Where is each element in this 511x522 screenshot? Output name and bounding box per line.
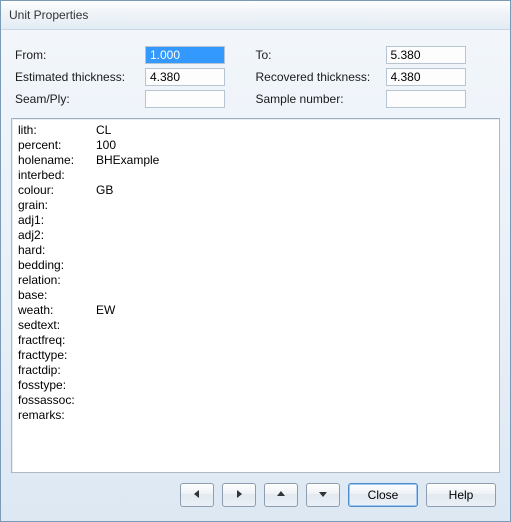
to-label: To:: [256, 48, 386, 62]
close-button[interactable]: Close: [348, 483, 418, 507]
property-value: EW: [96, 303, 493, 318]
est-thickness-input[interactable]: [145, 68, 225, 86]
prev-button[interactable]: [180, 483, 214, 507]
button-bar: Close Help: [11, 473, 500, 511]
property-value: [96, 378, 493, 393]
property-value: [96, 408, 493, 423]
up-button[interactable]: [264, 483, 298, 507]
property-key: adj2:: [18, 228, 96, 243]
help-button[interactable]: Help: [426, 483, 496, 507]
property-value: [96, 168, 493, 183]
property-key: percent:: [18, 138, 96, 153]
form-area: From: To: Estimated thickness: Recovered…: [11, 40, 500, 118]
to-input[interactable]: [386, 46, 466, 64]
property-value: GB: [96, 183, 493, 198]
property-key: interbed:: [18, 168, 96, 183]
property-key: fosstype:: [18, 378, 96, 393]
property-value: [96, 393, 493, 408]
next-button[interactable]: [222, 483, 256, 507]
property-key: adj1:: [18, 213, 96, 228]
property-row: relation:: [18, 273, 493, 288]
property-key: lith:: [18, 123, 96, 138]
seam-ply-label: Seam/Ply:: [15, 92, 145, 106]
property-key: bedding:: [18, 258, 96, 273]
from-cell: From:: [15, 46, 256, 64]
window-title: Unit Properties: [9, 8, 88, 22]
property-row: remarks:: [18, 408, 493, 423]
property-row: holename:BHExample: [18, 153, 493, 168]
property-value: BHExample: [96, 153, 493, 168]
property-row: weath:EW: [18, 303, 493, 318]
property-key: remarks:: [18, 408, 96, 423]
property-row: adj2:: [18, 228, 493, 243]
property-value: [96, 363, 493, 378]
property-value: [96, 318, 493, 333]
property-value: [96, 348, 493, 363]
property-row: base:: [18, 288, 493, 303]
sample-number-label: Sample number:: [256, 92, 386, 106]
property-row: colour:GB: [18, 183, 493, 198]
to-cell: To:: [256, 46, 497, 64]
client-area: From: To: Estimated thickness: Recovered…: [1, 30, 510, 521]
property-key: relation:: [18, 273, 96, 288]
property-row: fracttype:: [18, 348, 493, 363]
property-row: adj1:: [18, 213, 493, 228]
property-row: grain:: [18, 198, 493, 213]
sample-number-input[interactable]: [386, 90, 466, 108]
triangle-down-icon: [318, 488, 328, 502]
property-key: sedtext:: [18, 318, 96, 333]
unit-properties-window: Unit Properties From: To: Estimated thic…: [0, 0, 511, 522]
property-value: [96, 273, 493, 288]
property-value: [96, 243, 493, 258]
rec-thickness-input[interactable]: [386, 68, 466, 86]
property-row: hard:: [18, 243, 493, 258]
rec-thickness-label: Recovered thickness:: [256, 70, 386, 84]
property-row: fossassoc:: [18, 393, 493, 408]
property-row: interbed:: [18, 168, 493, 183]
property-value: [96, 228, 493, 243]
property-row: fractdip:: [18, 363, 493, 378]
property-row: fosstype:: [18, 378, 493, 393]
property-key: holename:: [18, 153, 96, 168]
property-key: colour:: [18, 183, 96, 198]
property-row: bedding:: [18, 258, 493, 273]
property-value: [96, 213, 493, 228]
triangle-up-icon: [276, 488, 286, 502]
property-value: [96, 288, 493, 303]
property-key: hard:: [18, 243, 96, 258]
form-row-3: Seam/Ply: Sample number:: [15, 90, 496, 108]
from-input[interactable]: [145, 46, 225, 64]
form-row-2: Estimated thickness: Recovered thickness…: [15, 68, 496, 86]
property-value: 100: [96, 138, 493, 153]
property-row: fractfreq:: [18, 333, 493, 348]
property-key: fracttype:: [18, 348, 96, 363]
property-row: percent:100: [18, 138, 493, 153]
seam-ply-input[interactable]: [145, 90, 225, 108]
properties-list[interactable]: lith:CLpercent:100holename:BHExampleinte…: [11, 118, 500, 473]
property-key: fossassoc:: [18, 393, 96, 408]
from-label: From:: [15, 48, 145, 62]
property-value: [96, 198, 493, 213]
property-key: base:: [18, 288, 96, 303]
property-key: fractdip:: [18, 363, 96, 378]
triangle-left-icon: [192, 488, 202, 502]
property-value: [96, 333, 493, 348]
seam-ply-cell: Seam/Ply:: [15, 90, 256, 108]
est-thickness-label: Estimated thickness:: [15, 70, 145, 84]
rec-thickness-cell: Recovered thickness:: [256, 68, 497, 86]
property-key: grain:: [18, 198, 96, 213]
property-row: lith:CL: [18, 123, 493, 138]
property-value: [96, 258, 493, 273]
titlebar: Unit Properties: [1, 1, 510, 30]
sample-number-cell: Sample number:: [256, 90, 497, 108]
property-row: sedtext:: [18, 318, 493, 333]
est-thickness-cell: Estimated thickness:: [15, 68, 256, 86]
form-row-1: From: To:: [15, 46, 496, 64]
property-value: CL: [96, 123, 493, 138]
down-button[interactable]: [306, 483, 340, 507]
triangle-right-icon: [234, 488, 244, 502]
property-key: weath:: [18, 303, 96, 318]
property-key: fractfreq:: [18, 333, 96, 348]
